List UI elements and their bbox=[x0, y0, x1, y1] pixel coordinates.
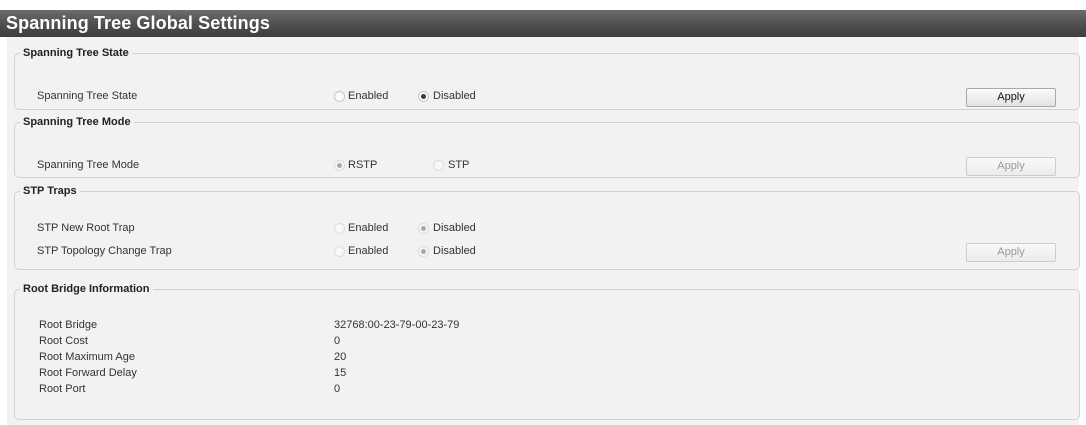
state-enabled-label: Enabled bbox=[348, 90, 389, 102]
root-max-age-value: 20 bbox=[334, 351, 347, 363]
mode-rstp-label: RSTP bbox=[348, 159, 378, 171]
section-legend: Spanning Tree Mode bbox=[23, 116, 131, 128]
page-header: Spanning Tree Global Settings bbox=[0, 10, 1086, 37]
mode-stp-label: STP bbox=[448, 159, 470, 171]
spanning-tree-state-label: Spanning Tree State bbox=[37, 90, 138, 102]
spanning-tree-state-row: Spanning Tree State Enabled Disabled App… bbox=[15, 88, 1079, 107]
trap-new-root-enabled-label: Enabled bbox=[348, 222, 389, 234]
root-forward-delay-value: 15 bbox=[334, 367, 347, 379]
root-cost-label: Root Cost bbox=[39, 335, 88, 347]
trap-new-root-enabled-radio[interactable] bbox=[334, 223, 345, 234]
trap-topology-disabled-radio[interactable] bbox=[418, 246, 429, 257]
trap-row-label: STP New Root Trap bbox=[37, 222, 135, 234]
trap-new-root-disabled-label: Disabled bbox=[433, 222, 476, 234]
state-apply-button[interactable]: Apply bbox=[966, 88, 1056, 107]
mode-apply-button[interactable]: Apply bbox=[966, 157, 1056, 176]
trap-topology-enabled-radio[interactable] bbox=[334, 246, 345, 257]
section-spanning-tree-state: Spanning Tree State Spanning Tree State … bbox=[14, 47, 1080, 110]
trap-topology-enabled-label: Enabled bbox=[348, 245, 389, 257]
mode-rstp-radio[interactable] bbox=[334, 160, 345, 171]
root-port-label: Root Port bbox=[39, 383, 86, 395]
mode-stp-radio[interactable] bbox=[433, 160, 444, 171]
section-stp-traps: STP Traps STP New Root Trap Enabled Disa… bbox=[14, 185, 1080, 270]
root-max-age-label: Root Maximum Age bbox=[39, 351, 135, 363]
spanning-tree-mode-label: Spanning Tree Mode bbox=[37, 159, 140, 171]
state-enabled-radio[interactable] bbox=[334, 91, 345, 102]
state-disabled-radio[interactable] bbox=[418, 91, 429, 102]
trap-row-label: STP Topology Change Trap bbox=[37, 245, 172, 257]
root-forward-delay-label: Root Forward Delay bbox=[39, 367, 137, 379]
section-root-bridge-information: Root Bridge Information Root Bridge 3276… bbox=[14, 283, 1080, 420]
root-bridge-value: 32768:00-23-79-00-23-79 bbox=[334, 319, 460, 331]
traps-apply-button[interactable]: Apply bbox=[966, 243, 1056, 262]
page-title: Spanning Tree Global Settings bbox=[6, 13, 270, 33]
section-spanning-tree-mode: Spanning Tree Mode Spanning Tree Mode RS… bbox=[14, 116, 1080, 178]
root-bridge-label: Root Bridge bbox=[39, 319, 98, 331]
section-legend: STP Traps bbox=[23, 185, 77, 197]
trap-topology-disabled-label: Disabled bbox=[433, 245, 476, 257]
section-legend: Root Bridge Information bbox=[23, 283, 150, 295]
trap-row-topology-change: STP Topology Change Trap Enabled Disable… bbox=[15, 243, 1079, 262]
root-port-value: 0 bbox=[334, 383, 341, 395]
root-cost-value: 0 bbox=[334, 335, 341, 347]
trap-new-root-disabled-radio[interactable] bbox=[418, 223, 429, 234]
trap-row-new-root: STP New Root Trap Enabled Disabled bbox=[15, 220, 1079, 238]
state-disabled-label: Disabled bbox=[433, 90, 476, 102]
section-legend: Spanning Tree State bbox=[23, 47, 129, 59]
spanning-tree-mode-row: Spanning Tree Mode RSTP STP Apply bbox=[15, 157, 1079, 176]
